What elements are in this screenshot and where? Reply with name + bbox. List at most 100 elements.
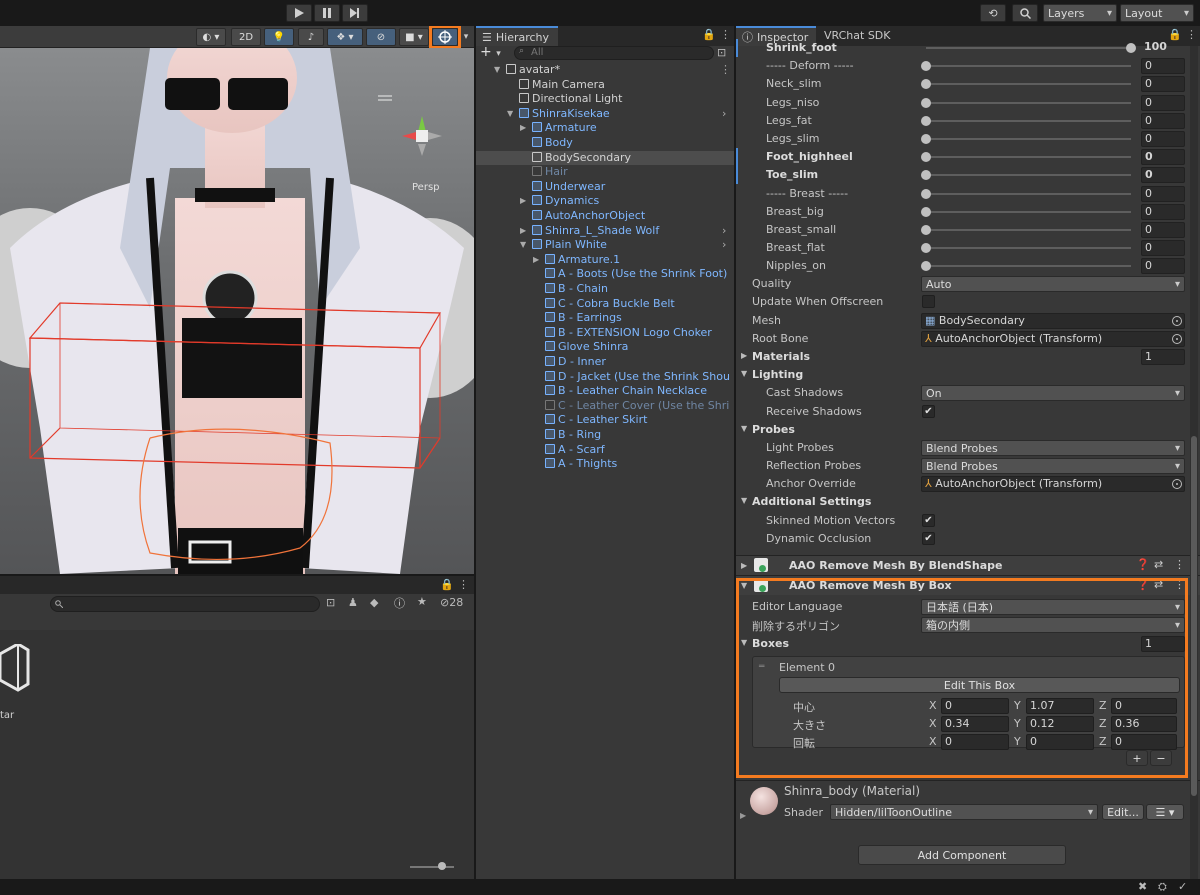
blendshape-value-field[interactable]: 0 [1141,185,1185,202]
blendshape-slider[interactable] [926,174,1131,177]
hierarchy-row[interactable]: AutoAnchorObject [476,209,734,224]
orientation-gizmo[interactable] [402,116,442,156]
2d-toggle[interactable]: 2D [231,28,261,46]
hierarchy-row[interactable]: Directional Light [476,92,734,107]
visibility-toggle[interactable]: ⊘ [366,28,396,46]
hierarchy-row[interactable]: C - Cobra Buckle Belt [476,297,734,312]
scrollbar-thumb[interactable] [1191,436,1197,796]
slider-knob[interactable] [921,261,931,272]
size-z-field[interactable]: 0.36 [1111,716,1177,732]
blendshape-slider[interactable] [926,119,1131,122]
axis-label-y[interactable]: Y [1014,717,1021,730]
blendshape-value-field[interactable]: 0 [1141,76,1185,93]
hierarchy-row[interactable]: Hair [476,165,734,180]
chevron-down-icon[interactable]: ▼ [741,581,747,590]
blendshape-value-field[interactable]: 0 [1141,58,1185,75]
lighting-toggle[interactable]: 💡 [264,28,294,46]
quality-dropdown[interactable]: Auto [921,276,1185,292]
search-by-type-icon[interactable]: ⊡ [326,596,335,609]
hierarchy-row[interactable]: BodySecondary [476,150,734,166]
axis-label-y[interactable]: Y [1014,735,1021,748]
slider-knob[interactable] [921,97,931,108]
blendshape-slider[interactable] [926,247,1131,250]
hierarchy-row[interactable]: D - Inner [476,355,734,370]
prefab-open-icon[interactable]: › [722,238,726,253]
boxes-row[interactable]: ▼ Boxes 1 [736,635,1200,653]
component-menu-icon[interactable]: ⋮ [1174,558,1185,571]
blendshape-slider[interactable] [926,210,1131,213]
info-icon[interactable]: ⓘ [394,595,405,611]
unity-asset-icon[interactable] [0,644,30,694]
axis-label-x[interactable]: X [929,735,937,748]
slider-knob[interactable] [921,225,931,235]
chevron-down-icon[interactable]: ▼ [741,496,747,505]
slider-knob[interactable] [921,188,931,199]
cast-shadows-dropdown[interactable]: On [921,385,1185,401]
hierarchy-row[interactable]: B - EXTENSION Logo Choker [476,326,734,341]
hierarchy-row[interactable]: B - Earrings [476,311,734,326]
hierarchy-row[interactable]: A - Boots (Use the Shrink Foot) [476,267,734,282]
chevron-right-icon[interactable]: ▶ [741,561,747,570]
layout-dropdown[interactable]: Layout [1120,4,1194,22]
slider-knob[interactable] [921,152,931,163]
slider-knob[interactable] [921,206,931,217]
history-button[interactable]: ⟲ [980,4,1006,22]
chevron-right-icon[interactable]: ▶ [741,351,747,360]
hierarchy-row[interactable]: ▼ ShinraKisekae › [476,107,734,122]
update-offscreen-checkbox[interactable] [922,295,935,308]
materials-count-field[interactable]: 1 [1141,349,1185,365]
add-component-button[interactable]: Add Component [858,845,1066,865]
blendshape-slider[interactable] [926,138,1131,140]
size-x-field[interactable]: 0.34 [941,716,1009,732]
chevron-down-icon[interactable]: ▼ [494,63,500,78]
chevron-down-icon[interactable]: ▼ [520,238,526,253]
center-y-field[interactable]: 1.07 [1026,698,1094,714]
help-icon[interactable]: ❓ [1136,558,1150,571]
hierarchy-row[interactable]: A - Scarf [476,443,734,458]
inspector-scrollbar[interactable] [1190,46,1198,879]
lock-icon[interactable]: 🔒 [440,578,454,591]
anchor-override-field[interactable]: ⅄ AutoAnchorObject (Transform) [921,476,1185,492]
filter-icon[interactable]: ♟ [348,596,358,609]
hierarchy-row[interactable]: ▶ Dynamics [476,194,734,209]
hierarchy-row[interactable]: D - Jacket (Use the Shrink Shou [476,370,734,385]
hierarchy-row[interactable]: Main Camera [476,78,734,93]
debug-icon[interactable]: ✖ [1138,880,1147,893]
hierarchy-row[interactable]: ▶ Armature.1 [476,253,734,268]
rotation-x-field[interactable]: 0 [941,734,1009,750]
step-button[interactable] [342,4,368,22]
rotation-y-field[interactable]: 0 [1026,734,1094,750]
chevron-down-icon[interactable]: ▼ [741,369,747,378]
edit-box-button[interactable]: Edit This Box [779,677,1180,693]
prefab-open-icon[interactable]: › [722,224,726,239]
edit-shader-button[interactable]: Edit... [1102,804,1144,820]
axis-label-z[interactable]: Z [1099,717,1107,730]
object-picker-icon[interactable] [1172,334,1182,344]
create-button[interactable]: + ▾ [480,45,510,60]
blendshape-slider[interactable] [926,101,1131,104]
drag-handle-icon[interactable]: ═ [759,662,764,672]
zoom-slider[interactable] [410,866,454,868]
editor-language-dropdown[interactable]: 日本語 (日本) [921,599,1185,615]
material-preview[interactable] [750,787,778,815]
blendshape-slider[interactable] [926,229,1131,231]
help-icon[interactable]: ❓ [1136,578,1150,591]
search-options-icon[interactable]: ⊡ [717,46,726,59]
blendshape-slider[interactable] [926,65,1131,68]
projection-label[interactable]: Persp [412,182,440,193]
slider-knob[interactable] [921,243,931,254]
dynamic-occlusion-checkbox[interactable]: ✔ [922,532,935,545]
hierarchy-row[interactable]: ▼ Plain White › [476,238,734,253]
remove-polygon-dropdown[interactable]: 箱の内側 [921,617,1185,633]
component-menu-icon[interactable]: ⋮ [1174,578,1185,591]
axis-label-x[interactable]: X [929,699,937,712]
search-button[interactable] [1012,4,1038,22]
play-button[interactable] [286,4,312,22]
component-header-blendshape[interactable]: ▶ AAO Remove Mesh By BlendShape ❓ ⇄ ⋮ [736,555,1200,575]
reflection-probes-dropdown[interactable]: Blend Probes [921,458,1185,474]
shader-dropdown[interactable]: Hidden/lilToonOutline [830,804,1098,820]
lock-icon[interactable]: 🔒 [702,28,716,41]
axis-label-z[interactable]: Z [1099,735,1107,748]
gizmos-toggle[interactable] [432,28,458,46]
blendshape-slider[interactable] [926,192,1131,195]
